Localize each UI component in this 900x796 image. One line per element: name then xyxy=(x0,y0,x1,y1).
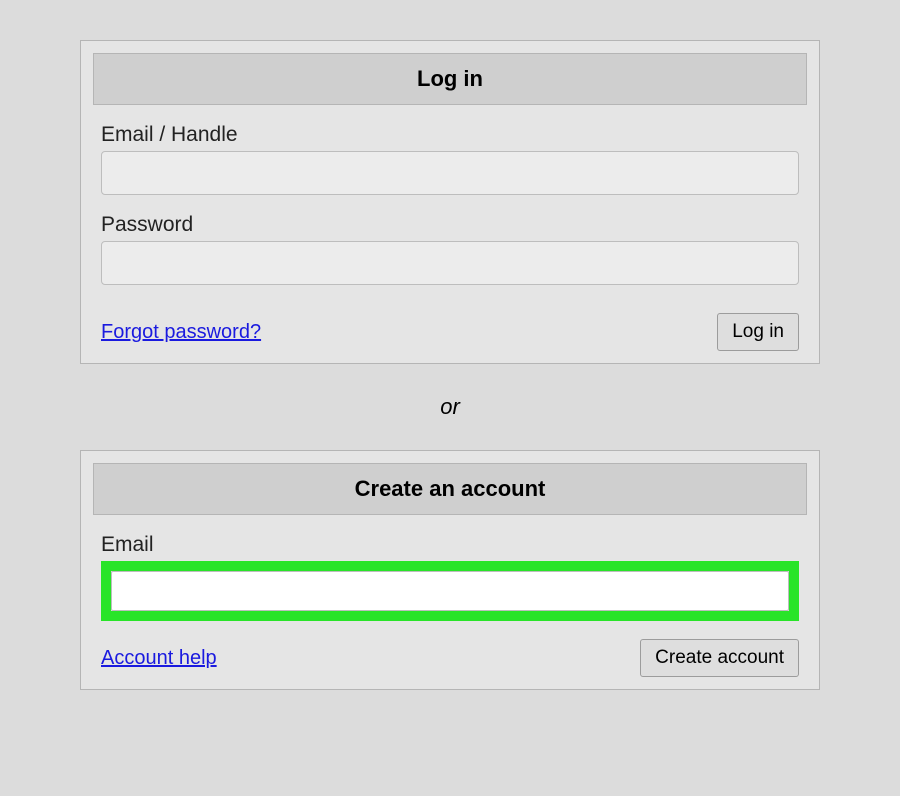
create-account-button[interactable]: Create account xyxy=(640,639,799,677)
account-help-link[interactable]: Account help xyxy=(101,647,217,670)
create-account-title: Create an account xyxy=(93,463,807,515)
create-email-label: Email xyxy=(101,533,799,557)
login-password-label: Password xyxy=(101,213,799,237)
create-email-input[interactable] xyxy=(111,571,789,611)
login-password-input[interactable] xyxy=(101,241,799,285)
login-button[interactable]: Log in xyxy=(717,313,799,351)
forgot-password-link[interactable]: Forgot password? xyxy=(101,321,261,344)
login-email-label: Email / Handle xyxy=(101,123,799,147)
login-footer: Forgot password? Log in xyxy=(101,313,799,351)
create-account-footer: Account help Create account xyxy=(101,639,799,677)
create-account-panel: Create an account Email Account help Cre… xyxy=(80,450,820,690)
login-fields: Email / Handle Password Forgot password?… xyxy=(93,123,807,351)
login-email-input[interactable] xyxy=(101,151,799,195)
create-account-fields: Email Account help Create account xyxy=(93,533,807,677)
login-title: Log in xyxy=(93,53,807,105)
highlighted-input-border xyxy=(101,561,799,621)
login-panel: Log in Email / Handle Password Forgot pa… xyxy=(80,40,820,364)
or-divider: or xyxy=(80,394,820,420)
